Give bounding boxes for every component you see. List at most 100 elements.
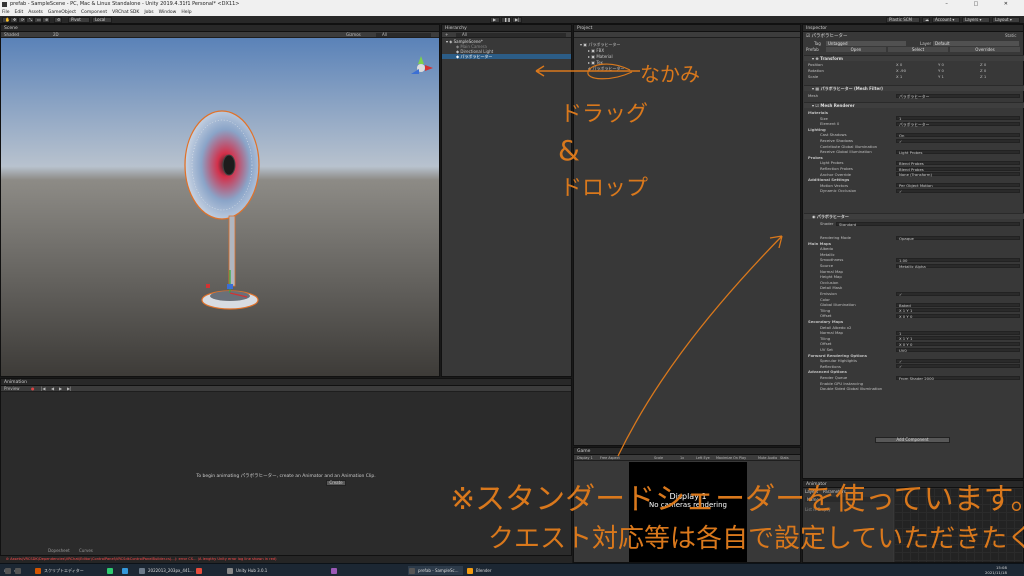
material-value[interactable]: ✓ bbox=[896, 358, 1020, 363]
layout-dropdown[interactable]: Layout ▾ bbox=[992, 17, 1020, 23]
scale-value[interactable]: 1x bbox=[680, 455, 684, 461]
taskbar-app-4[interactable]: 2022013_203px_441... bbox=[138, 566, 194, 575]
prefab-select-button[interactable]: Select bbox=[888, 46, 948, 52]
material-value[interactable]: ✓ bbox=[896, 291, 1020, 296]
local-toggle[interactable]: Local bbox=[92, 17, 112, 23]
aspect-dropdown[interactable]: Free Aspect bbox=[600, 455, 620, 461]
inspector-tab[interactable]: Inspector bbox=[803, 25, 1023, 32]
material-value[interactable]: X 1 Y 1 bbox=[896, 336, 1020, 341]
minimize-button[interactable]: – bbox=[945, 1, 960, 7]
cloud-icon[interactable]: ☁ bbox=[922, 17, 930, 23]
layer-dropdown[interactable]: Default bbox=[933, 40, 1019, 46]
menu-window[interactable]: Window bbox=[159, 9, 177, 16]
rotation-z[interactable]: Z 0 bbox=[980, 68, 986, 73]
rotate-tool-icon[interactable]: ⟳ bbox=[18, 17, 26, 23]
project-item-tex[interactable]: ▸ ▣ Tex bbox=[588, 60, 603, 65]
mesh-renderer-value[interactable]: On bbox=[896, 132, 1020, 137]
dopesheet-tab[interactable]: Dopesheet bbox=[48, 548, 70, 553]
display-dropdown[interactable]: Display 1 bbox=[577, 456, 593, 460]
gizmos-dropdown[interactable]: Gizmos bbox=[346, 32, 361, 38]
mute-audio-toggle[interactable]: Mute Audio bbox=[758, 455, 777, 461]
scene-tab[interactable]: Scene bbox=[1, 25, 439, 32]
taskbar-app-3[interactable] bbox=[121, 566, 131, 575]
mesh-filter-header[interactable]: ▾ ▦ パラボラヒーター (Mesh Filter) bbox=[804, 85, 1024, 91]
plastic-scm-button[interactable]: Plastic SCM bbox=[886, 17, 920, 23]
mesh-renderer-value[interactable]: Per Object Motion bbox=[896, 183, 1020, 188]
taskbar-unity-editor[interactable]: prefab - SampleSc... bbox=[408, 566, 463, 575]
scale-y[interactable]: Y 1 bbox=[938, 74, 944, 79]
menu-gameobject[interactable]: GameObject bbox=[48, 9, 76, 16]
move-tool-icon[interactable]: ✥ bbox=[10, 17, 18, 23]
material-value[interactable]: X 0 Y 0 bbox=[896, 341, 1020, 346]
scene-viewport[interactable] bbox=[1, 38, 439, 376]
mesh-renderer-value[interactable]: 1 bbox=[896, 116, 1020, 120]
taskbar-app-1[interactable]: スクリプトエディター bbox=[34, 566, 84, 575]
material-value[interactable]: 1.00 bbox=[896, 257, 1020, 262]
mesh-renderer-value[interactable]: Blend Probes bbox=[896, 166, 1020, 171]
animation-tab[interactable]: Animation bbox=[1, 379, 571, 386]
material-value[interactable]: From Shader 2000 bbox=[896, 375, 1020, 380]
shader-dropdown[interactable]: Standard bbox=[836, 221, 1020, 226]
position-z[interactable]: Z 0 bbox=[980, 62, 986, 67]
position-x[interactable]: X 0 bbox=[896, 62, 902, 67]
material-value[interactable]: 1 bbox=[896, 330, 1020, 335]
hierarchy-create-button[interactable]: + bbox=[445, 32, 448, 37]
prefab-overrides-dropdown[interactable]: Overrides bbox=[950, 46, 1020, 52]
pause-button[interactable]: ❚❚ bbox=[501, 17, 511, 23]
material-value[interactable]: Opaque bbox=[896, 235, 1020, 240]
taskbar-clock[interactable]: 15:08 2021/11/18 bbox=[985, 565, 1007, 575]
preview-toggle[interactable]: Preview bbox=[4, 386, 20, 391]
mesh-renderer-value[interactable]: パラボラヒーター bbox=[896, 121, 1020, 126]
mesh-renderer-value[interactable]: ✓ bbox=[896, 188, 1020, 193]
menu-edit[interactable]: Edit bbox=[15, 9, 24, 16]
close-button[interactable]: ✕ bbox=[1004, 1, 1020, 7]
scale-z[interactable]: Z 1 bbox=[980, 74, 986, 79]
layers-dropdown[interactable]: Layers ▾ bbox=[962, 17, 990, 23]
2d-toggle[interactable]: 2D bbox=[53, 32, 59, 38]
pivot-toggle[interactable]: Pivot bbox=[68, 17, 90, 23]
mesh-field[interactable]: パラボラヒーター bbox=[896, 93, 1020, 98]
scale-x[interactable]: X 1 bbox=[896, 74, 902, 79]
material-value[interactable]: Metallic Alpha bbox=[896, 263, 1020, 268]
window-controls[interactable]: – □ ✕ bbox=[945, 0, 1020, 9]
prefab-open-button[interactable]: Open bbox=[826, 46, 886, 52]
rotation-x[interactable]: X -90 bbox=[896, 68, 906, 73]
transform-tool-icon[interactable]: ⊕ bbox=[42, 17, 50, 23]
project-item-material[interactable]: ▸ ▣ Material bbox=[588, 54, 613, 59]
mesh-renderer-value[interactable]: Light Probes bbox=[896, 149, 1020, 154]
start-button[interactable]: ⊞ bbox=[4, 566, 12, 575]
taskbar-app-5[interactable] bbox=[195, 566, 205, 575]
taskbar-app-2[interactable] bbox=[106, 566, 116, 575]
menu-jobs[interactable]: Jobs bbox=[144, 9, 153, 16]
material-value[interactable]: X 0 Y 0 bbox=[896, 313, 1020, 318]
account-dropdown[interactable]: Account ▾ bbox=[932, 17, 960, 23]
material-value[interactable]: Baked bbox=[896, 302, 1020, 307]
menu-vrchat-sdk[interactable]: VRChat SDK bbox=[112, 9, 139, 16]
menu-component[interactable]: Component bbox=[81, 9, 107, 16]
curves-tab[interactable]: Curves bbox=[79, 548, 93, 553]
tag-dropdown[interactable]: Untagged bbox=[826, 40, 906, 46]
play-button[interactable]: ▶ bbox=[490, 17, 500, 23]
shading-mode-dropdown[interactable]: Shaded bbox=[4, 32, 19, 37]
project-tab[interactable]: Project bbox=[574, 25, 800, 32]
mesh-renderer-header[interactable]: ▾ ☑ Mesh Renderer bbox=[804, 102, 1024, 108]
material-value[interactable]: ✓ bbox=[896, 364, 1020, 369]
hierarchy-search-input[interactable]: All bbox=[456, 33, 566, 37]
rect-tool-icon[interactable]: ▭ bbox=[34, 17, 42, 23]
console-error-status[interactable]: ⊘ Assets\VRCSDK\Dependencies\VRChat\Edit… bbox=[0, 556, 572, 563]
taskbar-app-7[interactable] bbox=[330, 566, 340, 575]
scene-search-input[interactable]: All bbox=[376, 33, 431, 37]
step-button[interactable]: ▶| bbox=[512, 17, 522, 23]
static-toggle[interactable]: Static bbox=[1005, 33, 1016, 38]
mesh-renderer-value[interactable]: Blend Probes bbox=[896, 160, 1020, 165]
add-component-button[interactable]: Add Component bbox=[875, 437, 950, 443]
transform-header[interactable]: ▾ ⊕ Transform bbox=[804, 55, 1024, 61]
mesh-renderer-value[interactable]: ✓ bbox=[896, 138, 1020, 143]
object-name-field[interactable]: ☑ パラボラヒーター bbox=[806, 33, 847, 39]
create-animation-button[interactable]: Create bbox=[326, 480, 346, 486]
taskbar-search-icon[interactable]: ⌕ bbox=[14, 566, 22, 575]
menu-file[interactable]: File bbox=[2, 9, 10, 16]
game-tab[interactable]: Game bbox=[574, 448, 800, 455]
maximize-on-play-toggle[interactable]: Maximize On Play bbox=[716, 455, 746, 461]
rotation-y[interactable]: Y 0 bbox=[938, 68, 944, 73]
